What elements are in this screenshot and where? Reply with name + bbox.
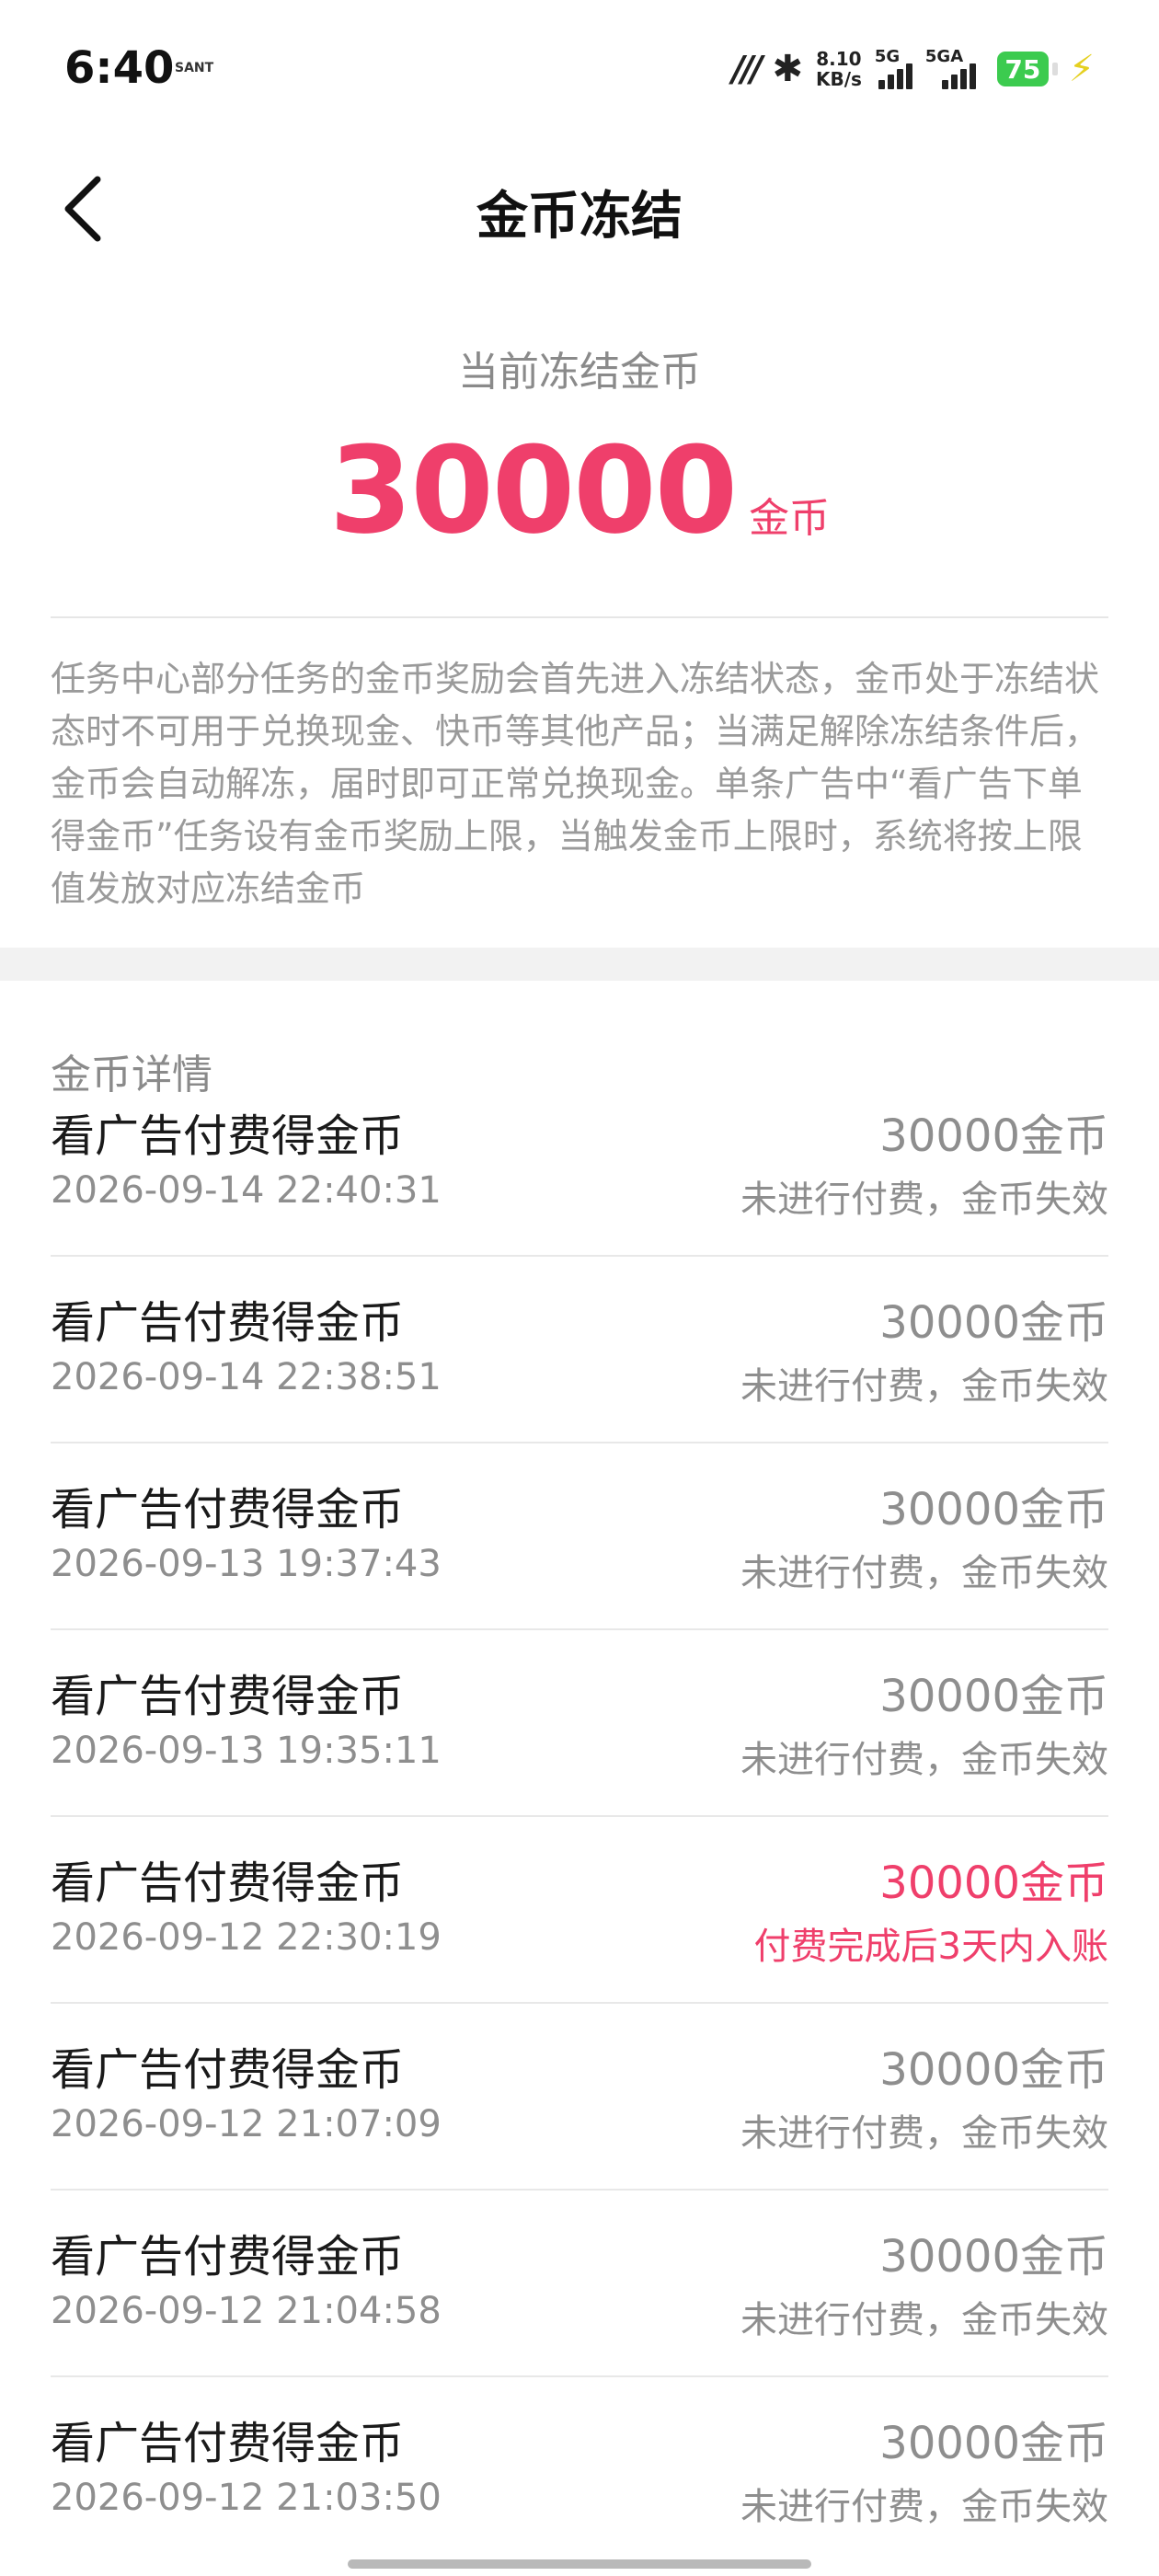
app-notification-icon: SANT [175,61,214,75]
page-title: 金币冻结 [476,187,683,247]
record-title: 看广告付费得金币 [51,1297,405,1349]
mi-carrier-icon: /// [731,49,763,89]
list-item[interactable]: 看广告付费得金币 2026-09-14 22:40:31 30000金币未进行付费，… [51,1104,1108,1257]
divider [51,616,1108,618]
section-separator [0,948,1159,981]
record-time: 2026-09-12 21:04:58 [51,2290,442,2332]
list-item[interactable]: 看广告付费得金币 2026-09-14 22:38:51 30000金币未进行付费，… [51,1257,1108,1443]
network-speed: 8.10 KB/s [815,48,862,90]
list-item[interactable]: 看广告付费得金币 2026-09-12 21:03:50 30000金币未进行付费，… [51,2377,1108,2558]
record-status: 未进行付费，金币失效 [740,1365,1108,1408]
list-item[interactable]: 看广告付费得金币 2026-09-12 21:07:09 30000金币未进行付费，… [51,2004,1108,2191]
sim2-signal-icon: 5GA [925,47,984,89]
record-status: 未进行付费，金币失效 [740,1179,1108,1221]
record-status: 未进行付费，金币失效 [740,2299,1108,2341]
record-title: 看广告付费得金币 [51,1857,405,1909]
list-item[interactable]: 看广告付费得金币 2026-09-13 19:37:43 30000金币未进行付费，… [51,1443,1108,1630]
sim1-signal-icon: 5G [875,47,912,89]
record-status: 未进行付费，金币失效 [740,1739,1108,1781]
record-amount: 30000金币 [879,1484,1108,1535]
record-status: 付费完成后3天内入账 [753,1926,1108,1968]
bluetooth-icon: ✱ [772,48,803,90]
record-title: 看广告付费得金币 [51,1484,405,1535]
coin-records-list: 看广告付费得金币 2026-09-14 22:40:31 30000金币 未进行付费，… [0,1104,1159,2558]
record-title: 看广告付费得金币 [51,2418,405,2469]
record-time: 2026-09-12 22:30:19 [51,1916,442,1959]
list-item[interactable]: 看广告付费得金币 2026-09-12 22:30:19 30000金币付费完成后3… [51,1817,1108,2004]
record-amount: 30000金币 [879,1857,1108,1909]
coin-records-scroll[interactable]: 看广告付费得金币 2026-09-14 22:40:31 30000金币 未进行付费，… [0,1104,1159,2558]
record-amount: 30000金币 [879,1671,1108,1722]
section-title: 金币详情 [51,1052,212,1098]
record-time: 2026-09-13 19:35:11 [51,1730,442,1772]
nav-bar: 金币冻结 [0,147,1159,267]
record-status: 未进行付费，金币失效 [740,2486,1108,2528]
record-amount: 30000金币 [879,2044,1108,2096]
record-time: 2026-09-14 22:40:31 [51,1169,442,1212]
freeze-description: 任务中心部分任务的金币奖励会首先进入冻结状态，金币处于冻结状态时不可用于兑换现金… [51,659,1100,909]
home-indicator[interactable] [348,2559,811,2569]
record-title: 看广告付费得金币 [51,2044,405,2096]
record-time: 2026-09-14 22:38:51 [51,1356,442,1398]
record-amount: 30000金币 [879,1110,1108,1162]
list-item[interactable]: 看广告付费得金币 2026-09-13 19:35:11 30000金币未进行付费，… [51,1630,1108,1817]
list-item[interactable]: 看广告付费得金币 2026-09-12 21:04:58 30000金币未进行付费，… [51,2191,1108,2377]
frozen-coins-label: 当前冻结金币 [458,349,701,396]
record-title: 看广告付费得金币 [51,1671,405,1722]
record-status: 未进行付费，金币失效 [740,1552,1108,1594]
frozen-amount-unit: 金币 [749,495,831,542]
frozen-amount-value: 30000 [328,420,738,560]
record-time: 2026-09-13 19:37:43 [51,1543,442,1585]
record-amount: 30000金币 [879,2231,1108,2283]
record-title: 看广告付费得金币 [51,2231,405,2283]
status-bar: 6:40 SANT /// ✱ 8.10 KB/s 5G 5GA 75 ⚡ [0,0,1159,138]
status-time: 6:40 [64,42,175,94]
record-amount: 30000金币 [879,2418,1108,2469]
status-icons: /// ✱ 8.10 KB/s 5G 5GA 75 ⚡ [732,44,1095,94]
battery-icon: 75 [996,52,1058,86]
record-amount: 30000金币 [879,1297,1108,1349]
record-time: 2026-09-12 21:03:50 [51,2477,442,2519]
charging-icon: ⚡ [1068,48,1095,90]
record-title: 看广告付费得金币 [51,1110,405,1162]
record-status: 未进行付费，金币失效 [740,2112,1108,2155]
record-time: 2026-09-12 21:07:09 [51,2103,442,2145]
frozen-coins-amount: 30000 金币 [0,431,1159,550]
